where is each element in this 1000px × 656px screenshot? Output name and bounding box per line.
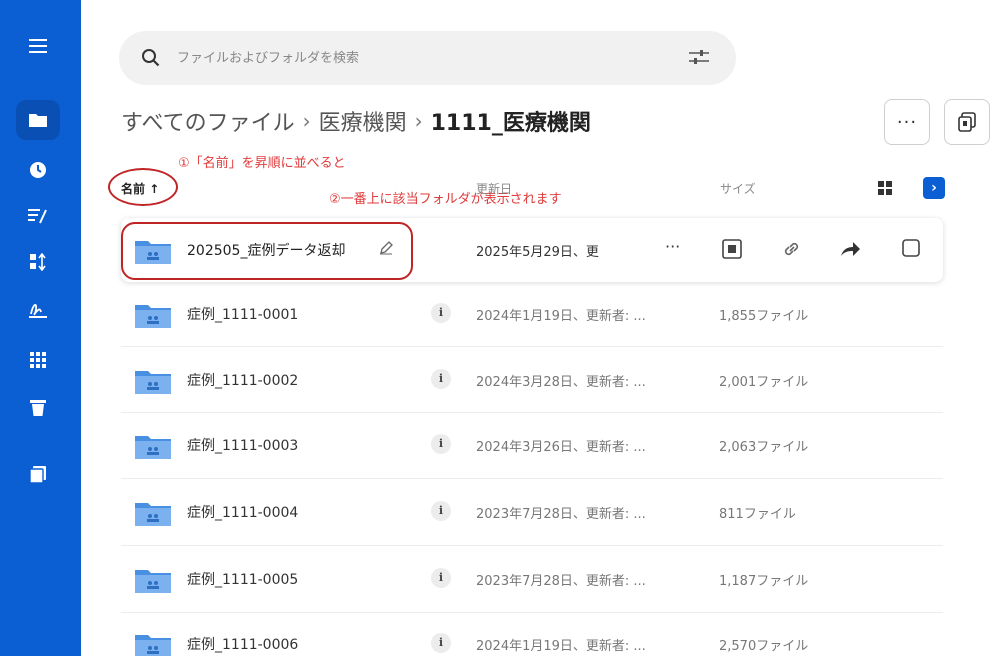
apps-transfer-icon[interactable] bbox=[24, 250, 52, 274]
search-icon bbox=[141, 48, 161, 72]
file-modified-date: 2024年1月19日、更新者: ... bbox=[476, 309, 646, 324]
breadcrumb: すべてのファイル › 医療機関 › 1111_医療機関 bbox=[121, 103, 591, 139]
file-size: 2,570ファイル bbox=[719, 639, 809, 654]
row-more-button[interactable]: ··· bbox=[665, 237, 680, 256]
info-icon[interactable]: i bbox=[431, 633, 451, 653]
breadcrumb-separator-icon: › bbox=[302, 109, 311, 133]
folder-icon bbox=[135, 433, 171, 463]
row-divider bbox=[121, 346, 943, 347]
file-name[interactable]: 症例_1111-0005 bbox=[187, 569, 298, 589]
info-icon[interactable]: i bbox=[431, 369, 451, 389]
expand-panel-button[interactable]: › bbox=[923, 177, 945, 199]
files-icon[interactable] bbox=[16, 100, 60, 140]
menu-icon[interactable] bbox=[24, 34, 52, 58]
sidebar bbox=[0, 0, 81, 656]
file-name[interactable]: 症例_1111-0001 bbox=[187, 304, 298, 324]
file-size: 1,187ファイル bbox=[719, 574, 809, 589]
search-input[interactable] bbox=[177, 45, 657, 71]
file-modified-date: 2024年1月19日、更新者: ... bbox=[476, 639, 646, 654]
file-modified-date: 2023年7月28日、更新者: ... bbox=[476, 574, 646, 589]
grid-view-icon[interactable] bbox=[878, 180, 892, 199]
breadcrumb-current: 1111_医療機関 bbox=[430, 111, 591, 136]
table-row[interactable]: 症例_1111-0003 i 2024年3月26日、更新者: ... 2,063… bbox=[121, 413, 943, 477]
size-column-header[interactable]: サイズ bbox=[720, 180, 756, 197]
annotation-step2: ②一番上に該当フォルダが表示されます bbox=[329, 192, 562, 207]
info-icon[interactable]: i bbox=[431, 568, 451, 588]
recent-clock-icon[interactable] bbox=[24, 158, 52, 182]
file-name[interactable]: 症例_1111-0006 bbox=[187, 634, 298, 654]
table-row[interactable]: 症例_1111-0004 i 2023年7月28日、更新者: ... 811ファ… bbox=[121, 480, 943, 544]
upload-button[interactable] bbox=[944, 99, 990, 145]
row-divider bbox=[121, 545, 943, 546]
file-modified-date: 2025年5月29日、更 bbox=[476, 245, 599, 260]
signature-icon[interactable] bbox=[24, 298, 52, 322]
file-size: 2,001ファイル bbox=[719, 375, 809, 390]
info-icon[interactable]: i bbox=[431, 434, 451, 454]
table-row[interactable]: 症例_1111-0006 i 2024年1月19日、更新者: ... 2,570… bbox=[121, 612, 943, 656]
file-name[interactable]: 症例_1111-0002 bbox=[187, 370, 298, 390]
file-modified-date: 2023年7月28日、更新者: ... bbox=[476, 507, 646, 522]
file-name[interactable]: 症例_1111-0003 bbox=[187, 435, 298, 455]
file-modified-date: 2024年3月26日、更新者: ... bbox=[476, 440, 646, 455]
breadcrumb-separator-icon: › bbox=[414, 109, 423, 133]
documents-icon[interactable] bbox=[24, 463, 52, 487]
info-icon[interactable]: i bbox=[431, 501, 451, 521]
table-row[interactable]: 症例_1111-0001 i 2024年1月19日、更新者: ... 1,855… bbox=[121, 282, 943, 346]
filter-sliders-icon[interactable] bbox=[687, 47, 711, 71]
annotation-step1: ①「名前」を昇順に並べると bbox=[178, 156, 346, 171]
share-arrow-icon[interactable] bbox=[839, 238, 861, 264]
search-bar bbox=[119, 31, 736, 85]
folder-icon bbox=[135, 632, 171, 656]
folder-icon bbox=[135, 302, 171, 332]
folder-icon bbox=[135, 368, 171, 398]
apps-grid-icon[interactable] bbox=[24, 348, 52, 372]
info-icon[interactable]: i bbox=[431, 303, 451, 323]
annotation-highlight-box bbox=[121, 222, 413, 280]
table-row[interactable]: 症例_1111-0002 i 2024年3月28日、更新者: ... 2,001… bbox=[121, 348, 943, 412]
table-row[interactable]: 症例_1111-0005 i 2023年7月28日、更新者: ... 1,187… bbox=[121, 547, 943, 611]
upload-into-folder-icon[interactable] bbox=[721, 238, 743, 264]
file-modified-date: 2024年3月28日、更新者: ... bbox=[476, 375, 646, 390]
file-size: 811ファイル bbox=[719, 507, 796, 522]
breadcrumb-root[interactable]: すべてのファイル bbox=[121, 105, 295, 137]
select-checkbox[interactable] bbox=[901, 238, 921, 262]
share-link-icon[interactable] bbox=[781, 238, 803, 264]
more-options-button[interactable]: ··· bbox=[884, 99, 930, 145]
folder-icon bbox=[135, 500, 171, 530]
file-size: 1,855ファイル bbox=[719, 309, 809, 324]
date-column-header[interactable]: 更新日 bbox=[476, 180, 512, 197]
upload-icon bbox=[958, 112, 976, 132]
row-divider bbox=[121, 478, 943, 479]
breadcrumb-parent[interactable]: 医療機関 bbox=[319, 105, 407, 137]
notes-icon[interactable] bbox=[24, 204, 52, 228]
trash-icon[interactable] bbox=[24, 396, 52, 420]
file-name[interactable]: 症例_1111-0004 bbox=[187, 502, 298, 522]
annotation-circle bbox=[108, 168, 178, 206]
folder-icon bbox=[135, 567, 171, 597]
file-size: 2,063ファイル bbox=[719, 440, 809, 455]
